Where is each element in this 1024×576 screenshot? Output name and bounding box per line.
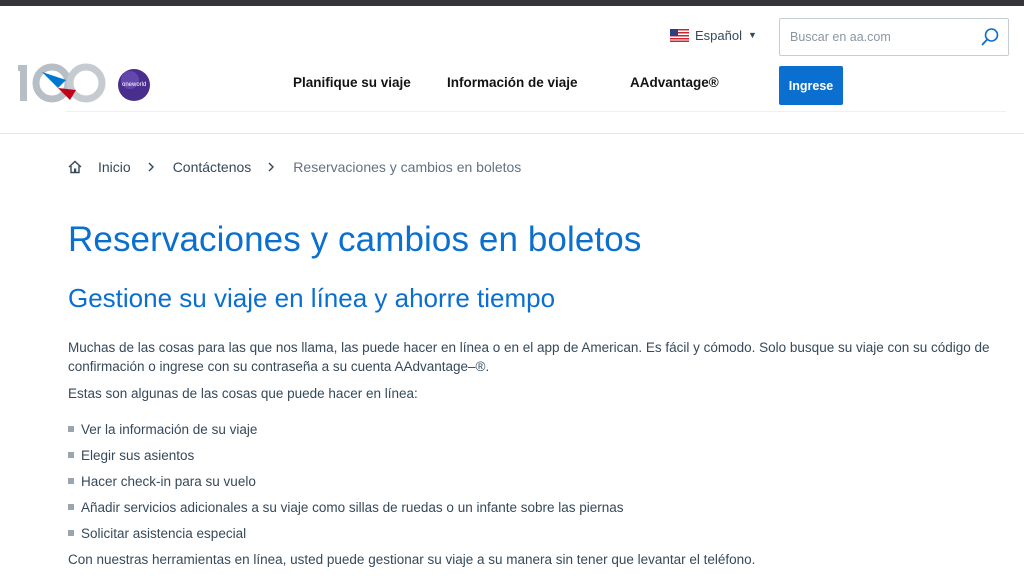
list-item: Solicitar asistencia especial <box>68 520 624 546</box>
login-button[interactable]: Ingrese <box>779 66 843 105</box>
online-tasks-list: Ver la información de su viaje Elegir su… <box>68 416 624 546</box>
page-title: Reservaciones y cambios en boletos <box>68 220 642 259</box>
list-item: Ver la información de su viaje <box>68 416 624 442</box>
list-item-text: Añadir servicios adicionales a su viaje … <box>81 499 624 515</box>
bullet-icon <box>68 426 74 432</box>
us-flag-icon <box>670 28 689 42</box>
breadcrumb: Inicio Contáctenos Reservaciones y cambi… <box>68 157 521 177</box>
list-item: Hacer check-in para su vuelo <box>68 468 624 494</box>
page-subtitle: Gestione su viaje en línea y ahorre tiem… <box>68 283 556 313</box>
closing-paragraph: Con nuestras herramientas en línea, uste… <box>68 552 756 567</box>
site-header: oneworld Español ▼ Planifique su viaje I… <box>0 6 1024 134</box>
list-item: Añadir servicios adicionales a su viaje … <box>68 494 624 520</box>
nav-informacion[interactable]: Información de viaje <box>447 68 578 98</box>
nav-planifique[interactable]: Planifique su viaje <box>293 68 411 98</box>
list-lead: Estas son algunas de las cosas que puede… <box>68 386 418 401</box>
chevron-right-icon <box>148 162 154 172</box>
list-item-text: Ver la información de su viaje <box>81 421 258 437</box>
bullet-icon <box>68 530 74 536</box>
search-input[interactable] <box>790 30 980 44</box>
caret-down-icon: ▼ <box>747 30 757 40</box>
breadcrumb-current: Reservaciones y cambios en boletos <box>293 159 522 175</box>
breadcrumb-contactenos[interactable]: Contáctenos <box>173 159 252 175</box>
list-item-text: Solicitar asistencia especial <box>81 525 247 541</box>
header-divider <box>65 111 1006 112</box>
list-item: Elegir sus asientos <box>68 442 624 468</box>
chevron-right-icon <box>268 162 275 172</box>
language-selector[interactable]: Español ▼ <box>670 24 757 46</box>
nav-aadvantage[interactable]: AAdvantage® <box>630 68 719 98</box>
bullet-icon <box>68 504 74 510</box>
list-item-text: Hacer check-in para su vuelo <box>81 473 256 489</box>
search-icon[interactable] <box>980 27 1000 47</box>
bullet-icon <box>68 452 74 458</box>
bullet-icon <box>68 478 74 484</box>
oneworld-text: oneworld <box>122 82 146 88</box>
breadcrumb-inicio[interactable]: Inicio <box>98 159 131 175</box>
home-icon[interactable] <box>68 160 82 174</box>
search-box <box>779 18 1009 56</box>
intro-paragraph: Muchas de las cosas para las que nos lla… <box>68 340 990 374</box>
centennial-logo-graphic: oneworld <box>18 63 150 103</box>
list-item-text: Elegir sus asientos <box>81 447 195 463</box>
language-label: Español <box>695 27 742 43</box>
centennial-logo[interactable]: oneworld <box>18 62 158 110</box>
